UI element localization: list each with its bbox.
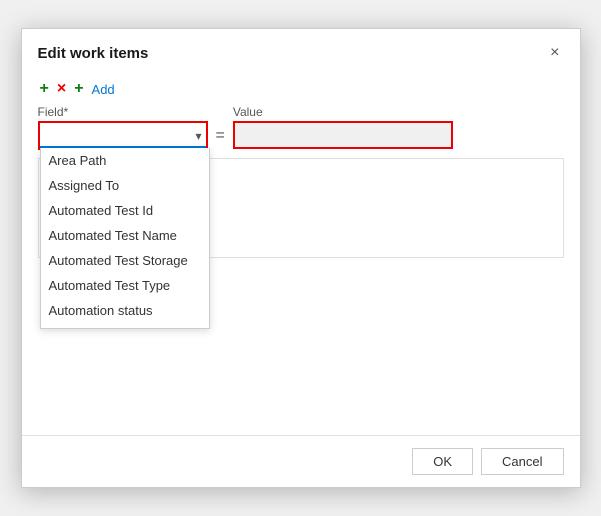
value-box[interactable]	[233, 121, 453, 149]
list-item[interactable]: Automated Test Id	[41, 198, 209, 223]
field-label: Field*	[38, 105, 208, 119]
list-item[interactable]: Automated Test Storage	[41, 248, 209, 273]
field-row: Field* ▾ Area Path Assigned To Automated…	[38, 105, 564, 150]
cancel-button[interactable]: Cancel	[481, 448, 563, 475]
field-select-wrapper: ▾ Area Path Assigned To Automated Test I…	[38, 121, 208, 150]
add-plus-button[interactable]: +	[38, 79, 51, 99]
list-item[interactable]: Area Path	[41, 148, 209, 173]
value-group: Value	[233, 105, 453, 149]
field-input[interactable]	[40, 123, 206, 148]
add-icon: +	[72, 79, 85, 99]
remove-x-button[interactable]: ×	[55, 79, 68, 99]
list-item[interactable]: Assigned To	[41, 173, 209, 198]
list-item[interactable]: Automated Test Name	[41, 223, 209, 248]
list-item[interactable]: Automation status	[41, 298, 209, 323]
title-bar: Edit work items ×	[22, 29, 580, 71]
dialog-body: + × + Add Field* ▾ Area Path Assigned To…	[22, 71, 580, 435]
dialog-footer: OK Cancel	[22, 435, 580, 487]
toolbar-row: + × + Add	[38, 79, 564, 99]
equals-sign: =	[216, 127, 225, 145]
edit-work-items-dialog: Edit work items × + × + Add Field* ▾ Are…	[21, 28, 581, 488]
dropdown-list-inner[interactable]: Area Path Assigned To Automated Test Id …	[41, 148, 209, 328]
value-label: Value	[233, 105, 453, 119]
dialog-title: Edit work items	[38, 45, 149, 62]
list-item[interactable]: Description	[41, 323, 209, 328]
add-link[interactable]: Add	[92, 82, 115, 97]
list-item[interactable]: Automated Test Type	[41, 273, 209, 298]
close-button[interactable]: ×	[546, 43, 563, 63]
field-group: Field* ▾ Area Path Assigned To Automated…	[38, 105, 208, 150]
dropdown-list: Area Path Assigned To Automated Test Id …	[40, 148, 210, 329]
ok-button[interactable]: OK	[412, 448, 473, 475]
